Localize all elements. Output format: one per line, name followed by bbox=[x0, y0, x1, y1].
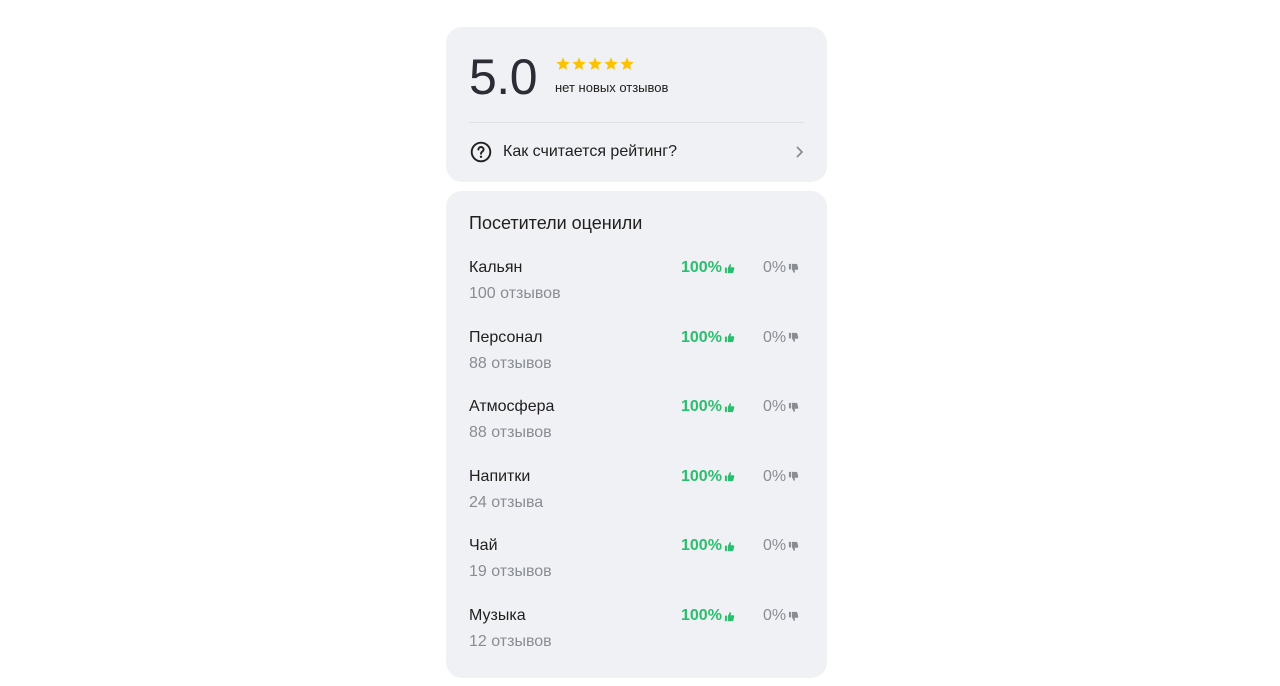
star-icon bbox=[556, 57, 570, 70]
aspect-positive-value: 100% bbox=[681, 537, 722, 555]
aspect-negative: 0% bbox=[763, 328, 799, 348]
aspect-row[interactable]: Чай 19 отзывов 100% 0% bbox=[469, 536, 804, 592]
aspect-positive-value: 100% bbox=[681, 607, 722, 624]
aspect-row[interactable]: Напитки 24 отзыва 100% 0% bbox=[469, 467, 804, 523]
aspect-negative: 0% bbox=[763, 467, 799, 487]
aspect-positive-value: 100% bbox=[681, 398, 722, 416]
thumb-up-icon bbox=[724, 472, 735, 482]
aspect-positive: 100% bbox=[681, 536, 735, 556]
thumb-up-icon bbox=[724, 263, 735, 273]
divider bbox=[469, 122, 804, 123]
thumb-up-icon bbox=[724, 402, 735, 412]
thumb-down-icon bbox=[789, 472, 799, 482]
aspect-name: Чай bbox=[469, 537, 498, 555]
aspect-review-count: 88 отзывов bbox=[469, 354, 552, 372]
thumb-down-icon bbox=[789, 611, 799, 621]
aspect-negative: 0% bbox=[763, 536, 799, 556]
aspect-name: Персонал bbox=[469, 328, 543, 346]
aspect-review-count: 88 отзывов bbox=[469, 424, 552, 442]
thumb-up-icon bbox=[724, 541, 735, 551]
star-icon bbox=[588, 57, 602, 70]
aspect-positive: 100% bbox=[681, 397, 735, 417]
how-rating-calculated-label: Как считается рейтинг? bbox=[503, 143, 677, 160]
aspect-negative: 0% bbox=[763, 258, 799, 278]
aspect-positive-value: 100% bbox=[681, 259, 722, 276]
aspect-negative-value: 0% bbox=[763, 537, 787, 555]
star-icon bbox=[572, 57, 586, 70]
aspects-title: Посетители оценили bbox=[469, 213, 643, 233]
aspect-negative-value: 0% bbox=[763, 259, 787, 276]
aspect-positive: 100% bbox=[681, 258, 735, 278]
thumb-down-icon bbox=[789, 541, 799, 551]
aspect-negative-value: 0% bbox=[763, 328, 787, 346]
thumb-up-icon bbox=[724, 611, 735, 621]
thumb-down-icon bbox=[789, 333, 799, 342]
aspect-positive: 100% bbox=[681, 606, 735, 626]
aspect-row[interactable]: Кальян 100 отзывов 100% 0% bbox=[469, 258, 804, 314]
aspect-negative-value: 0% bbox=[763, 467, 787, 485]
aspect-positive: 100% bbox=[681, 467, 735, 487]
thumb-down-icon bbox=[789, 402, 799, 412]
question-circle-icon bbox=[470, 141, 492, 163]
aspect-review-count: 24 отзыва bbox=[469, 493, 544, 511]
aspect-row[interactable]: Персонал 88 отзывов 100% 0% bbox=[469, 328, 804, 384]
aspect-positive-value: 100% bbox=[681, 467, 722, 485]
aspect-negative-value: 0% bbox=[763, 607, 787, 624]
aspect-negative: 0% bbox=[763, 397, 799, 417]
aspect-positive-value: 100% bbox=[681, 328, 722, 346]
aspect-row[interactable]: Атмосфера 88 отзывов 100% 0% bbox=[469, 397, 804, 453]
thumb-down-icon bbox=[789, 263, 799, 273]
aspect-name: Атмосфера bbox=[469, 398, 555, 416]
aspect-review-count: 19 отзывов bbox=[469, 563, 552, 581]
star-icon bbox=[604, 57, 618, 70]
aspect-review-count: 100 отзывов bbox=[469, 285, 561, 302]
aspect-review-count: 12 отзывов bbox=[469, 633, 552, 650]
aspect-name: Напитки bbox=[469, 467, 531, 485]
rating-stars bbox=[555, 56, 635, 72]
chevron-right-icon bbox=[796, 146, 803, 158]
aspect-row[interactable]: Музыка 12 отзывов 100% 0% bbox=[469, 606, 804, 662]
star-icon bbox=[620, 57, 634, 70]
aspect-negative-value: 0% bbox=[763, 398, 787, 416]
rating-card: 5.0 нет новых отзывов Как считается рейт… bbox=[446, 27, 827, 182]
how-rating-calculated-link[interactable]: Как считается рейтинг? bbox=[469, 137, 805, 167]
aspect-positive: 100% bbox=[681, 328, 735, 348]
aspect-name: Кальян bbox=[469, 259, 523, 276]
thumb-up-icon bbox=[724, 333, 735, 343]
aspect-negative: 0% bbox=[763, 606, 799, 626]
rating-subtitle: нет новых отзывов bbox=[555, 80, 669, 95]
aspects-card: Посетители оценили Кальян 100 отзывов 100%… bbox=[446, 191, 827, 678]
rating-score: 5.0 bbox=[469, 49, 538, 105]
aspect-name: Музыка bbox=[469, 607, 526, 624]
